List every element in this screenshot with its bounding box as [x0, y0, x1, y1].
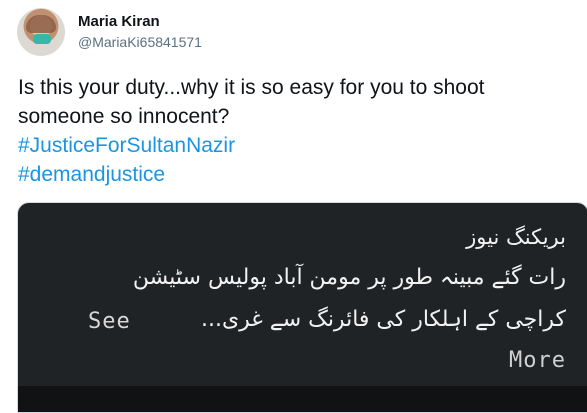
tweet-text: Is this your duty...why it is so easy fo… [18, 73, 578, 189]
hashtag-justice-for-sultan-nazir[interactable]: #JusticeForSultanNazir [18, 131, 578, 160]
author-name[interactable]: Maria Kiran [78, 13, 160, 30]
avatar[interactable] [17, 8, 65, 56]
avatar-hair [26, 15, 56, 33]
hashtag-demandjustice[interactable]: #demandjustice [18, 160, 578, 189]
media-bottom-band [18, 386, 587, 412]
media-see-label: See [88, 309, 131, 334]
media-text-line-3: کراچی کے اہلکار کی فائرنگ سے غری... [200, 307, 566, 332]
tweet-text-line-1: Is this your duty...why it is so easy fo… [18, 76, 485, 99]
avatar-face-mask [33, 34, 51, 44]
tweet-media-image[interactable]: بریکنگ نیوز رات گئے مبینہ طور پر مومن آب… [17, 202, 587, 413]
media-more-label: More [509, 348, 566, 373]
tweet-text-line-2: someone so innocent? [18, 105, 230, 128]
media-text-line-2: رات گئے مبینہ طور پر مومن آباد پولیس سٹی… [132, 265, 566, 290]
author-handle[interactable]: @MariaKi65841571 [78, 34, 202, 50]
media-text-line-1: بریکنگ نیوز [466, 225, 566, 249]
